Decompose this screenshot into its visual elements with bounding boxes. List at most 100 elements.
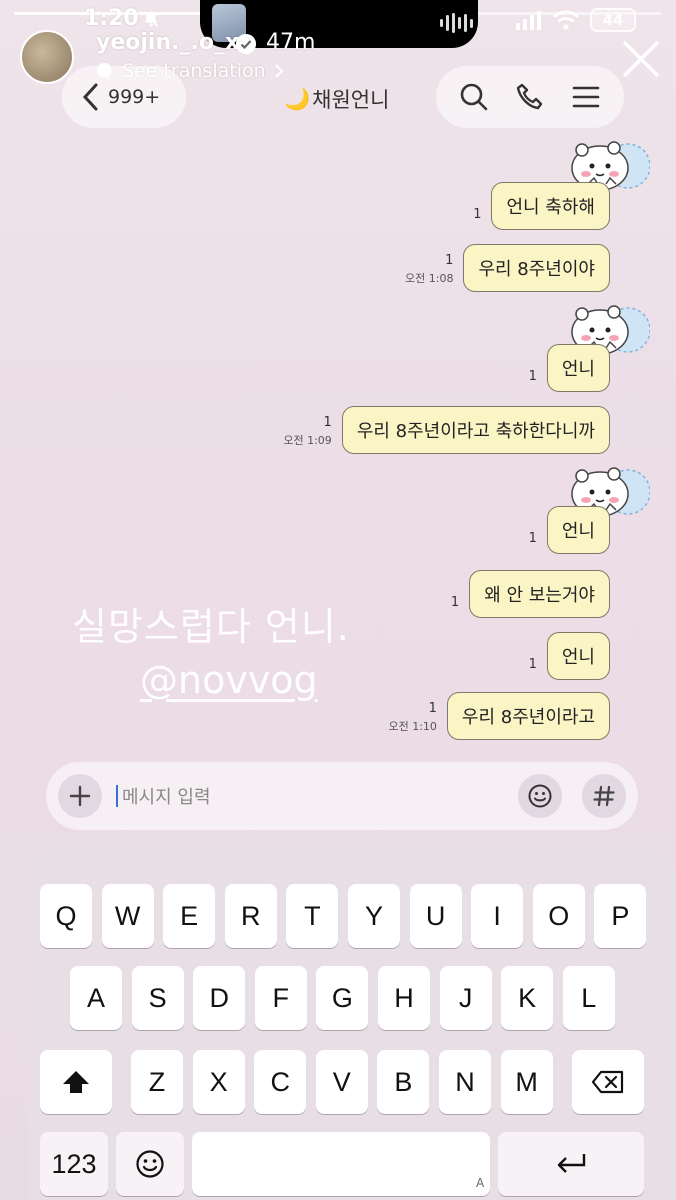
story-username[interactable]: yeojin._.o_x	[96, 30, 239, 55]
key-h[interactable]: H	[378, 966, 430, 1030]
message-meta: 1	[529, 530, 537, 554]
space-language-indicator: A	[476, 1176, 485, 1190]
message-bubble[interactable]: 언니	[546, 632, 610, 680]
hashtag-button[interactable]	[582, 774, 626, 818]
key-x[interactable]: X	[192, 1050, 245, 1114]
key-j[interactable]: J	[439, 966, 492, 1030]
key-p[interactable]: P	[594, 884, 647, 948]
key-z[interactable]: Z	[131, 1050, 183, 1114]
emoji-icon	[136, 1150, 164, 1178]
key-r[interactable]: R	[224, 884, 277, 948]
key-c[interactable]: C	[254, 1050, 307, 1114]
key-u[interactable]: U	[409, 884, 462, 948]
hashtag-icon	[593, 785, 615, 807]
chat-title: 🌙 채원언니	[284, 84, 389, 114]
message-bubble[interactable]: 우리 8주년이라고	[446, 692, 610, 740]
close-icon[interactable]	[622, 40, 660, 78]
key-q[interactable]: Q	[40, 884, 92, 948]
phone-icon[interactable]	[515, 82, 545, 112]
emoji-key[interactable]	[116, 1132, 184, 1196]
emoticon-button[interactable]	[518, 774, 562, 818]
message-bubble[interactable]: 우리 8주년이야	[463, 244, 610, 292]
message-meta: 1 오전 1:10	[388, 700, 436, 740]
backspace-key[interactable]	[572, 1050, 644, 1114]
avatar[interactable]	[20, 30, 74, 84]
message-row: 1 왜 안 보는거야	[451, 570, 610, 618]
key-d[interactable]: D	[193, 966, 246, 1030]
message-row: 1 오전 1:09 우리 8주년이라고 축하한다니까	[283, 406, 610, 454]
menu-icon[interactable]	[571, 82, 601, 112]
key-m[interactable]: M	[500, 1050, 553, 1114]
message-row: 1 언니	[529, 506, 610, 554]
key-t[interactable]: T	[286, 884, 339, 948]
message-meta: 1	[529, 368, 537, 392]
smiley-icon	[528, 784, 552, 808]
mention-sticker[interactable]: @novvog	[140, 658, 318, 702]
message-bubble[interactable]: 왜 안 보는거야	[469, 570, 610, 618]
key-g[interactable]: G	[316, 966, 369, 1030]
key-w[interactable]: W	[101, 884, 154, 948]
shift-key[interactable]	[40, 1050, 112, 1114]
wifi-icon	[552, 10, 580, 30]
key-y[interactable]: Y	[348, 884, 400, 948]
text-caret	[116, 785, 118, 807]
shift-icon	[63, 1071, 89, 1093]
audio-waveform-icon	[440, 12, 473, 34]
message-time: 오전 1:08	[405, 271, 454, 285]
back-button[interactable]: 999+	[62, 66, 186, 128]
key-e[interactable]: E	[163, 884, 216, 948]
backspace-icon	[591, 1070, 624, 1094]
message-meta: 1	[473, 206, 481, 230]
key-a[interactable]: A	[70, 966, 122, 1030]
battery-indicator: 44	[590, 8, 636, 32]
chat-header-actions	[436, 66, 624, 128]
key-l[interactable]: L	[562, 966, 615, 1030]
message-bubble[interactable]: 언니	[546, 506, 610, 554]
message-bubble[interactable]: 우리 8주년이라고 축하한다니까	[341, 406, 610, 454]
key-f[interactable]: F	[254, 966, 307, 1030]
key-b[interactable]: B	[377, 1050, 430, 1114]
space-key[interactable]	[192, 1132, 490, 1196]
bell-slash-icon	[144, 11, 158, 27]
message-input-placeholder: 메시지 입력	[122, 787, 211, 808]
message-bubble[interactable]: 언니 축하해	[491, 182, 610, 230]
message-row: 1 언니	[529, 632, 610, 680]
search-icon[interactable]	[459, 82, 489, 112]
key-o[interactable]: O	[532, 884, 585, 948]
key-k[interactable]: K	[501, 966, 554, 1030]
story-age: 47m	[266, 30, 316, 55]
message-row: 1 언니	[529, 344, 610, 392]
cellular-signal-icon	[516, 11, 541, 30]
add-button[interactable]	[58, 774, 102, 818]
message-bubble[interactable]: 언니	[546, 344, 610, 392]
message-meta: 1 오전 1:09	[283, 414, 331, 454]
message-input[interactable]: 메시지 입력	[116, 783, 518, 809]
return-key[interactable]	[498, 1132, 644, 1196]
moon-emoji: 🌙	[284, 86, 311, 111]
message-time: 오전 1:10	[388, 719, 437, 733]
unread-indicator: 1	[528, 368, 537, 384]
message-meta: 1	[451, 594, 459, 618]
unread-count: 999+	[108, 86, 161, 108]
key-n[interactable]: N	[439, 1050, 491, 1114]
numbers-key[interactable]: 123	[40, 1132, 108, 1196]
chat-title-text: 채원언니	[312, 88, 390, 112]
unread-indicator: 1	[528, 656, 537, 672]
status-icons: 44	[516, 8, 636, 32]
verified-badge-icon	[236, 34, 256, 54]
message-row: 1 오전 1:10 우리 8주년이라고	[388, 692, 610, 740]
message-time: 오전 1:09	[283, 433, 332, 447]
unread-indicator: 1	[528, 530, 537, 546]
key-i[interactable]: I	[471, 884, 524, 948]
message-row: 1 오전 1:08 우리 8주년이야	[405, 244, 610, 292]
message-row: 1 언니 축하해	[473, 182, 610, 230]
return-icon	[557, 1154, 586, 1173]
unread-indicator: 1	[450, 594, 460, 610]
unread-indicator: 1	[445, 253, 454, 269]
plus-icon	[69, 785, 91, 807]
key-v[interactable]: V	[315, 1050, 368, 1114]
chevron-left-icon	[82, 83, 98, 111]
message-meta: 1 오전 1:08	[405, 252, 453, 292]
key-s[interactable]: S	[131, 966, 184, 1030]
unread-indicator: 1	[473, 206, 482, 222]
